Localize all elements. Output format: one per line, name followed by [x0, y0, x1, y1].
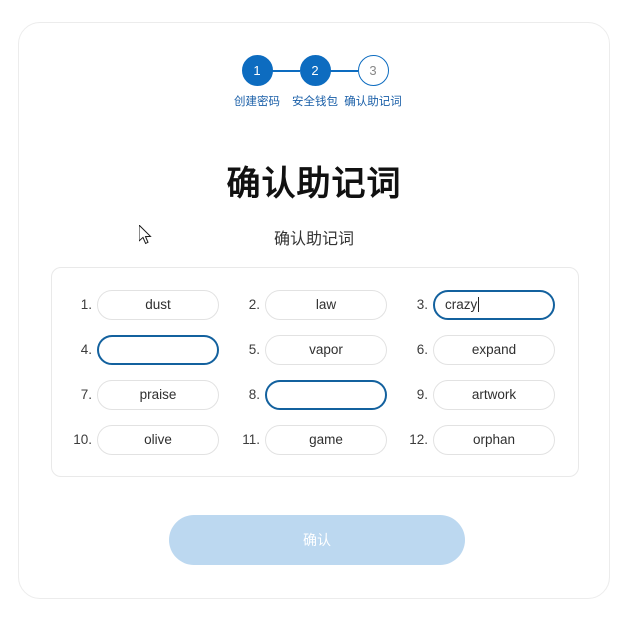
- mnemonic-input-7[interactable]: [97, 379, 219, 410]
- stepper-track: 1 创建密码 2 安全钱包 3 确认助记词: [228, 55, 402, 110]
- mnemonic-input-8[interactable]: [265, 379, 387, 410]
- app-root: 1 创建密码 2 安全钱包 3 确认助记词 确认助记词 确认助记词 1. dus…: [0, 0, 626, 621]
- mnemonic-index: 11.: [242, 432, 260, 447]
- step-3[interactable]: 3 确认助记词: [344, 55, 402, 110]
- mnemonic-index: 5.: [248, 342, 260, 357]
- mnemonic-cell: 11.: [234, 417, 396, 462]
- mnemonic-cell: 3. crazy: [402, 282, 564, 327]
- mnemonic-index: 12.: [409, 432, 428, 447]
- mnemonic-input-6[interactable]: [433, 334, 555, 365]
- step-1-label: 创建密码: [234, 96, 280, 108]
- mnemonic-index: 8.: [248, 387, 260, 402]
- mnemonic-input-12[interactable]: [433, 424, 555, 455]
- step-connector-2-3: [330, 70, 358, 72]
- step-2[interactable]: 2 安全钱包: [286, 55, 344, 110]
- step-3-circle[interactable]: 3: [357, 55, 389, 86]
- mnemonic-cell: 4.: [66, 327, 228, 372]
- page-subtitle: 确认助记词: [273, 231, 354, 248]
- mnemonic-cell: 8.: [234, 372, 396, 417]
- mnemonic-cell: 1.: [66, 282, 228, 327]
- mnemonic-cell: 2.: [234, 282, 396, 327]
- mnemonic-panel: 1. 2. 3. crazy 4. 5. 6. 7. 8. 9. 10. 11. 12.: [51, 267, 579, 477]
- mnemonic-grid: 1. 2. 3. crazy 4. 5. 6. 7. 8. 9. 10. 11. 12.: [66, 282, 564, 462]
- mnemonic-input-4[interactable]: [97, 334, 219, 365]
- mnemonic-input-wrap: crazy: [433, 289, 555, 320]
- mnemonic-cell: 6.: [402, 327, 564, 372]
- mnemonic-cell: 10.: [66, 417, 228, 462]
- mnemonic-input-10[interactable]: [97, 424, 219, 455]
- step-connector-1-2: [272, 70, 300, 72]
- onboarding-card: 1 创建密码 2 安全钱包 3 确认助记词 确认助记词 确认助记词 1. dus…: [18, 22, 610, 599]
- step-3-label: 确认助记词: [344, 96, 402, 108]
- mnemonic-index: 3.: [416, 297, 428, 312]
- page-title: 确认助记词: [226, 165, 402, 203]
- mnemonic-index: 4.: [80, 342, 92, 357]
- mnemonic-input-5[interactable]: [265, 334, 387, 365]
- mnemonic-input-9[interactable]: [433, 379, 555, 410]
- mnemonic-index: 6.: [416, 342, 428, 357]
- mnemonic-index: 10.: [73, 432, 92, 447]
- mnemonic-cell: 5.: [234, 327, 396, 372]
- mnemonic-index: 7.: [80, 387, 92, 402]
- mnemonic-input-2[interactable]: [265, 289, 387, 320]
- stepper: 1 创建密码 2 安全钱包 3 确认助记词: [19, 55, 609, 110]
- mnemonic-input-3[interactable]: [433, 289, 555, 320]
- step-1-number: 1: [253, 63, 261, 78]
- step-1[interactable]: 1 创建密码: [228, 55, 286, 110]
- step-2-label: 安全钱包: [292, 96, 338, 108]
- step-2-number: 2: [311, 63, 319, 78]
- step-3-number: 3: [369, 63, 377, 78]
- step-2-circle[interactable]: 2: [299, 55, 331, 86]
- mnemonic-cell: 7.: [66, 372, 228, 417]
- mnemonic-index: 2.: [248, 297, 260, 312]
- mnemonic-index: 9.: [416, 387, 428, 402]
- mnemonic-cell: 9.: [402, 372, 564, 417]
- step-1-circle[interactable]: 1: [241, 55, 273, 86]
- mnemonic-index: 1.: [80, 297, 92, 312]
- mnemonic-cell: 12.: [402, 417, 564, 462]
- mnemonic-input-1[interactable]: [97, 289, 219, 320]
- confirm-button[interactable]: 确认: [169, 515, 465, 565]
- mnemonic-input-11[interactable]: [265, 424, 387, 455]
